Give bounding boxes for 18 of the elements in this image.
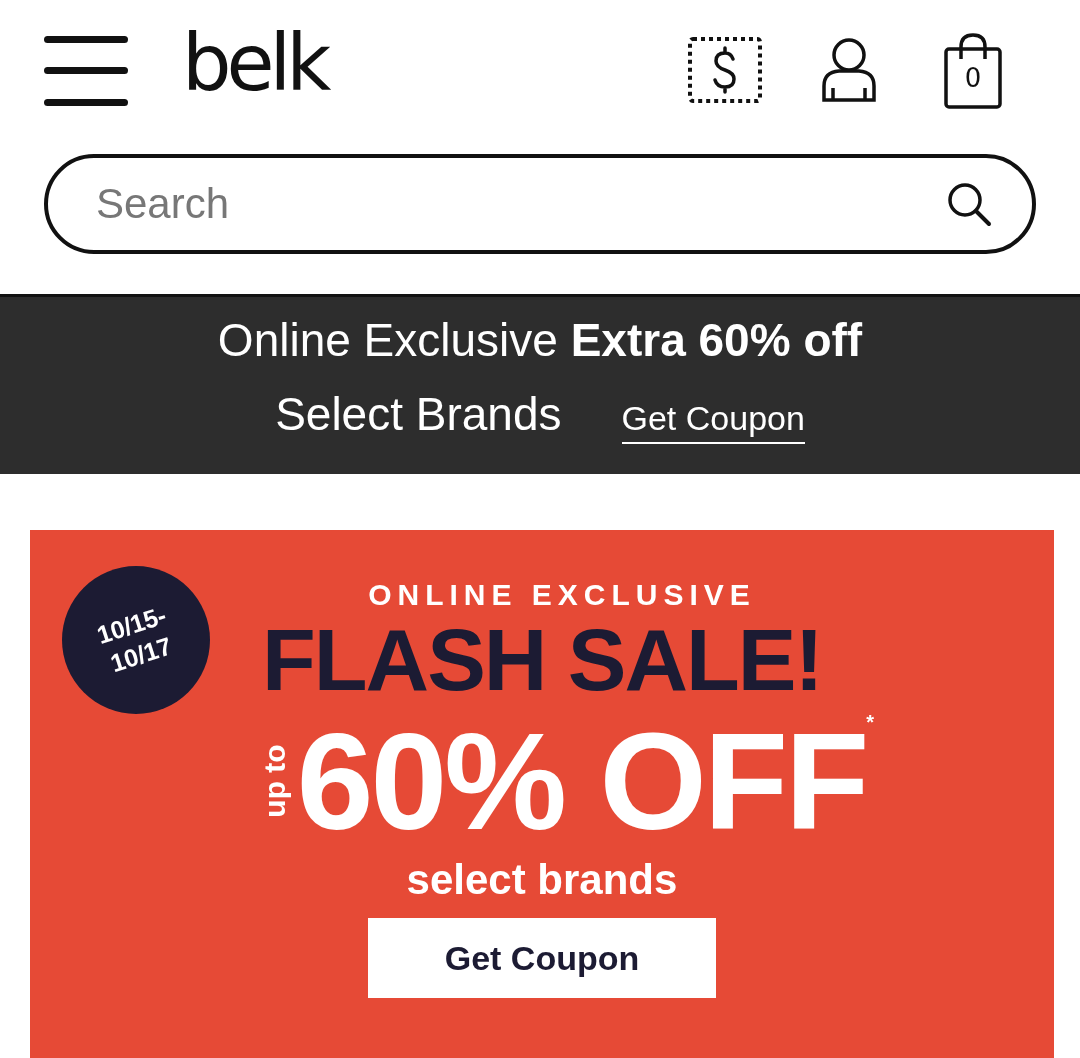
search-field[interactable]: Search [44,154,1036,254]
cart-button[interactable]: 0 [944,31,1002,109]
prefix-text: up to [257,744,292,818]
bag-icon [944,31,1002,109]
eyebrow-text: ONLINE EXCLUSIVE [368,578,756,612]
coupon-link[interactable]: Get Coupon [621,399,805,444]
headline: FLASH SALE! [262,616,822,704]
offer-text: 60% OFF$^{*}$ [296,712,872,850]
subline-text: select brands [406,856,678,904]
coupon-icon[interactable] [688,37,762,103]
account-icon[interactable] [822,38,876,102]
promo-text: Online Exclusive Extra 60% off [217,313,863,367]
menu-icon[interactable] [44,36,128,106]
logo[interactable]: belk [182,24,327,116]
promo-subtext: Select Brands [275,387,562,441]
cart-count: 0 [964,65,982,91]
search-icon[interactable] [946,181,992,227]
coupon-button[interactable]: Get Coupon [368,918,716,998]
